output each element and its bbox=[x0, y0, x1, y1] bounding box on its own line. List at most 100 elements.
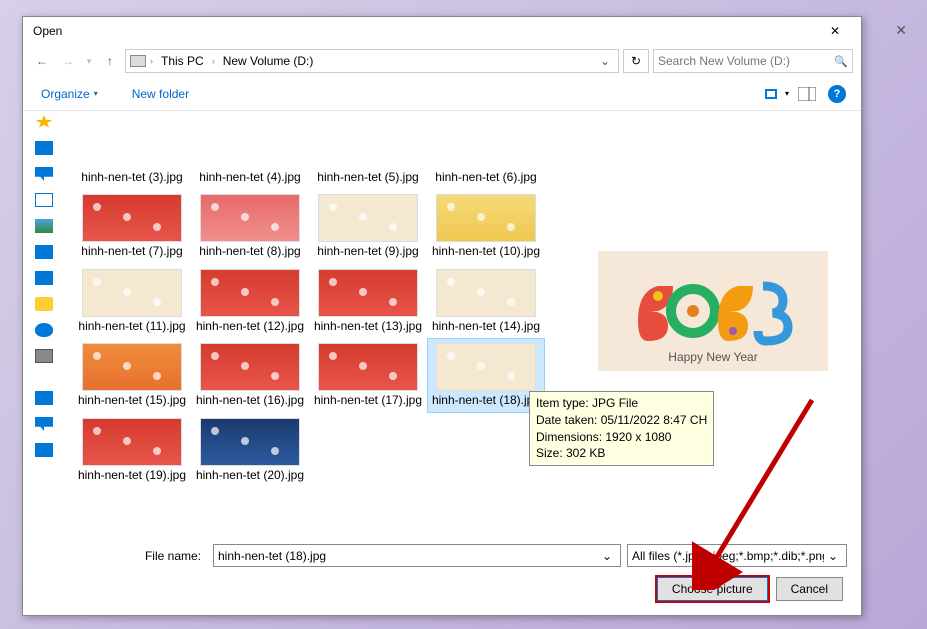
file-tooltip: Item type: JPG File Date taken: 05/11/20… bbox=[529, 391, 714, 466]
file-item[interactable]: hinh-nen-tet (7).jpg bbox=[73, 189, 191, 263]
refresh-button[interactable]: ↻ bbox=[623, 49, 649, 73]
button-row: Choose picture Cancel bbox=[37, 577, 847, 601]
file-item[interactable]: hinh-nen-tet (6).jpg bbox=[427, 115, 545, 189]
tooltip-type: Item type: JPG File bbox=[536, 395, 707, 412]
search-input[interactable] bbox=[658, 54, 834, 68]
tooltip-dimensions: Dimensions: 1920 x 1080 bbox=[536, 429, 707, 446]
sidebar-item[interactable] bbox=[35, 443, 53, 457]
open-file-dialog: Open ✕ ← → ▾ ↑ › This PC › New Volume (D… bbox=[22, 16, 862, 616]
file-item[interactable]: hinh-nen-tet (18).jpg bbox=[427, 338, 545, 412]
close-button[interactable]: ✕ bbox=[815, 17, 855, 45]
file-name: hinh-nen-tet (14).jpg bbox=[432, 319, 540, 333]
file-item[interactable]: hinh-nen-tet (8).jpg bbox=[191, 189, 309, 263]
sidebar-folder[interactable] bbox=[35, 297, 53, 311]
sidebar-item[interactable] bbox=[35, 271, 53, 285]
chevron-down-icon: ▾ bbox=[94, 89, 98, 98]
chevron-down-icon: ▾ bbox=[87, 56, 92, 67]
arrow-left-icon: ← bbox=[36, 54, 48, 68]
preview-image: Happy New Year bbox=[598, 251, 828, 371]
file-item[interactable]: hinh-nen-tet (4).jpg bbox=[191, 115, 309, 189]
file-item[interactable]: hinh-nen-tet (9).jpg bbox=[309, 189, 427, 263]
file-item[interactable]: hinh-nen-tet (16).jpg bbox=[191, 338, 309, 412]
sidebar-item[interactable] bbox=[35, 245, 53, 259]
file-item[interactable]: hinh-nen-tet (20).jpg bbox=[191, 413, 309, 487]
file-name: hinh-nen-tet (10).jpg bbox=[432, 244, 540, 258]
sidebar-downloads[interactable] bbox=[35, 167, 53, 181]
file-name: hinh-nen-tet (3).jpg bbox=[81, 170, 182, 184]
filetype-filter[interactable]: All files (*.jpg;*.jpeg;*.bmp;*.dib;*.pn… bbox=[627, 544, 847, 567]
sidebar-pictures[interactable] bbox=[35, 219, 53, 233]
file-item[interactable]: hinh-nen-tet (13).jpg bbox=[309, 264, 427, 338]
sidebar-desktop[interactable] bbox=[35, 141, 53, 155]
sidebar-item[interactable] bbox=[35, 417, 53, 431]
refresh-icon: ↻ bbox=[631, 54, 641, 68]
sidebar-item[interactable] bbox=[35, 391, 53, 405]
file-name: hinh-nen-tet (12).jpg bbox=[196, 319, 304, 333]
filename-combo[interactable]: ⌄ bbox=[213, 544, 621, 567]
file-item[interactable]: hinh-nen-tet (12).jpg bbox=[191, 264, 309, 338]
file-item[interactable]: hinh-nen-tet (19).jpg bbox=[73, 413, 191, 487]
file-item[interactable]: hinh-nen-tet (17).jpg bbox=[309, 338, 427, 412]
help-icon: ? bbox=[828, 85, 846, 103]
breadcrumb-this-pc[interactable]: This PC bbox=[157, 54, 208, 68]
file-area: hinh-nen-tet (3).jpg hinh-nen-tet (4).jpg… bbox=[65, 111, 861, 534]
arrow-up-icon: ↑ bbox=[107, 54, 113, 68]
breadcrumb-drive[interactable]: New Volume (D:) bbox=[219, 54, 318, 68]
sidebar-onedrive[interactable] bbox=[35, 323, 53, 337]
file-item[interactable]: hinh-nen-tet (11).jpg bbox=[73, 264, 191, 338]
new-folder-button[interactable]: New folder bbox=[126, 83, 195, 105]
search-box[interactable]: 🔍 bbox=[653, 49, 853, 73]
file-name: hinh-nen-tet (15).jpg bbox=[78, 393, 186, 407]
file-thumbnail bbox=[200, 120, 300, 168]
preview-pane-button[interactable] bbox=[795, 82, 819, 106]
nav-bar: ← → ▾ ↑ › This PC › New Volume (D:) ⌄ ↻ … bbox=[23, 45, 861, 77]
sidebar-documents[interactable] bbox=[35, 193, 53, 207]
filename-input[interactable] bbox=[218, 549, 598, 563]
file-name: hinh-nen-tet (8).jpg bbox=[199, 244, 300, 258]
file-thumbnail bbox=[318, 269, 418, 317]
file-item[interactable]: hinh-nen-tet (3).jpg bbox=[73, 115, 191, 189]
view-mode-button[interactable]: ▾ bbox=[765, 82, 789, 106]
filename-dropdown[interactable]: ⌄ bbox=[598, 549, 616, 563]
arrow-right-icon: → bbox=[62, 54, 74, 68]
choose-picture-button[interactable]: Choose picture bbox=[657, 577, 768, 601]
close-icon: ✕ bbox=[830, 24, 840, 38]
up-button[interactable]: ↑ bbox=[99, 50, 121, 72]
sidebar-quickaccess[interactable] bbox=[35, 115, 53, 129]
file-item[interactable]: hinh-nen-tet (5).jpg bbox=[309, 115, 427, 189]
file-thumbnail bbox=[82, 343, 182, 391]
cancel-label: Cancel bbox=[791, 582, 828, 596]
file-name: hinh-nen-tet (19).jpg bbox=[78, 468, 186, 482]
file-name: hinh-nen-tet (16).jpg bbox=[196, 393, 304, 407]
forward-button[interactable]: → bbox=[57, 50, 79, 72]
tooltip-size: Size: 302 KB bbox=[536, 445, 707, 462]
file-item[interactable]: hinh-nen-tet (15).jpg bbox=[73, 338, 191, 412]
file-name: hinh-nen-tet (7).jpg bbox=[81, 244, 182, 258]
search-icon[interactable]: 🔍 bbox=[834, 55, 848, 68]
toolbar: Organize ▾ New folder ▾ ? bbox=[23, 77, 861, 111]
crumb-sep-icon: › bbox=[150, 56, 153, 66]
file-name: hinh-nen-tet (6).jpg bbox=[435, 170, 536, 184]
file-thumbnail bbox=[436, 343, 536, 391]
back-button[interactable]: ← bbox=[31, 50, 53, 72]
file-list[interactable]: hinh-nen-tet (3).jpg hinh-nen-tet (4).jpg… bbox=[65, 111, 565, 534]
dialog-title: Open bbox=[29, 24, 815, 38]
nav-sidebar bbox=[23, 111, 65, 534]
file-item[interactable]: hinh-nen-tet (10).jpg bbox=[427, 189, 545, 263]
file-thumbnail bbox=[436, 194, 536, 242]
sidebar-this-pc[interactable] bbox=[35, 349, 53, 363]
file-thumbnail bbox=[200, 343, 300, 391]
file-item[interactable]: hinh-nen-tet (14).jpg bbox=[427, 264, 545, 338]
outer-close-button[interactable]: ✕ bbox=[895, 22, 907, 39]
filter-dropdown[interactable]: ⌄ bbox=[824, 549, 842, 563]
address-dropdown[interactable]: ⌄ bbox=[596, 54, 614, 68]
recent-locations-button[interactable]: ▾ bbox=[83, 50, 95, 72]
file-thumbnail bbox=[436, 269, 536, 317]
filename-label: File name: bbox=[37, 549, 207, 563]
cancel-button[interactable]: Cancel bbox=[776, 577, 843, 601]
crumb-sep-icon: › bbox=[212, 56, 215, 66]
choose-label: Choose picture bbox=[672, 582, 753, 596]
help-button[interactable]: ? bbox=[825, 82, 849, 106]
address-bar[interactable]: › This PC › New Volume (D:) ⌄ bbox=[125, 49, 619, 73]
organize-menu[interactable]: Organize ▾ bbox=[35, 83, 104, 105]
